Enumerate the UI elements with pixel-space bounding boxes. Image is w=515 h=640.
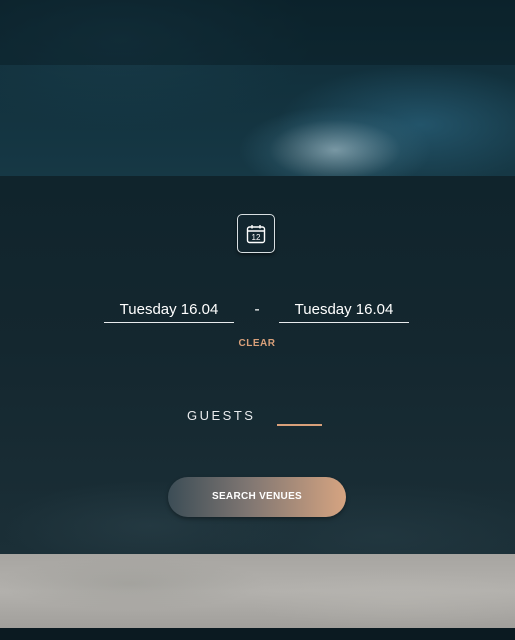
guests-input[interactable] — [277, 406, 322, 426]
date-separator: - — [254, 301, 260, 318]
hero-image-overlay — [0, 0, 515, 65]
guests-label: GUESTS — [187, 408, 256, 423]
hero-image — [0, 0, 515, 176]
end-date-field[interactable]: Tuesday 16.04 — [279, 298, 409, 323]
stone-texture-section — [0, 554, 515, 628]
calendar-icon-number: 12 — [252, 233, 261, 242]
calendar-icon: 12 — [246, 224, 266, 243]
footer-strip — [0, 628, 515, 640]
start-date-field[interactable]: Tuesday 16.04 — [104, 298, 234, 323]
clear-dates-link[interactable]: CLEAR — [232, 337, 282, 351]
search-venues-button[interactable]: SEARCH VENUES — [168, 477, 346, 517]
calendar-button[interactable]: 12 — [237, 214, 275, 253]
